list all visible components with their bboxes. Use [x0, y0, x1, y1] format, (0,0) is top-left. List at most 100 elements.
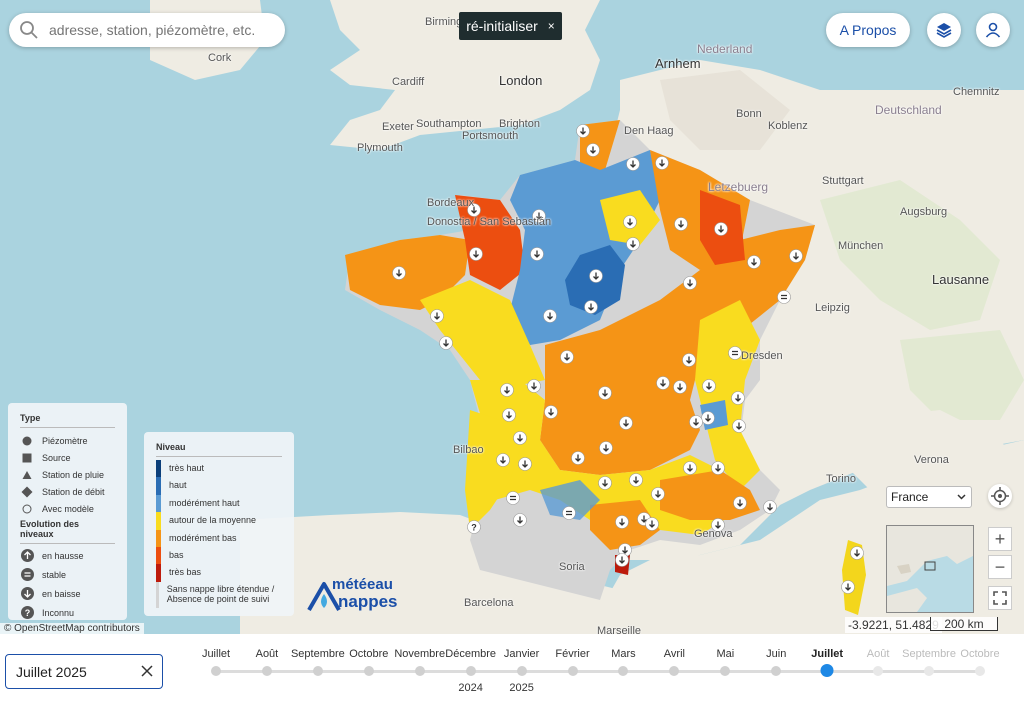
piezometer-marker-arrow-down-icon[interactable] — [629, 473, 643, 487]
piezometer-marker-arrow-down-icon[interactable] — [747, 255, 761, 269]
piezometer-marker-question-icon[interactable]: ? — [467, 520, 481, 534]
timeline-month-label[interactable]: Janvier — [504, 648, 539, 660]
timeline-month-label[interactable]: Octobre — [349, 648, 388, 660]
timeline-month-dot[interactable] — [516, 666, 527, 676]
reset-button[interactable]: ré-initialiser × — [459, 12, 562, 40]
piezometer-marker-arrow-down-icon[interactable] — [496, 453, 510, 467]
piezometer-marker-arrow-down-icon[interactable] — [683, 461, 697, 475]
about-button[interactable]: A Propos — [826, 13, 910, 47]
piezometer-marker-arrow-down-icon[interactable] — [527, 379, 541, 393]
timeline-month-dot[interactable] — [414, 666, 425, 676]
piezometer-marker-arrow-down-icon[interactable] — [651, 487, 665, 501]
piezometer-marker-arrow-down-icon[interactable] — [571, 451, 585, 465]
close-icon[interactable]: × — [548, 19, 555, 33]
timeline-month-dot[interactable] — [924, 666, 935, 676]
overview-minimap[interactable] — [886, 525, 974, 613]
piezometer-marker-arrow-down-icon[interactable] — [513, 513, 527, 527]
piezometer-marker-arrow-down-icon[interactable] — [430, 309, 444, 323]
piezometer-marker-arrow-down-icon[interactable] — [841, 580, 855, 594]
country-select[interactable]: France — [886, 486, 972, 508]
timeline-month-dot[interactable] — [465, 666, 476, 676]
timeline-month-dot[interactable] — [312, 666, 323, 676]
piezometer-marker-equals-icon[interactable] — [562, 506, 576, 520]
piezometer-marker-arrow-down-icon[interactable] — [599, 441, 613, 455]
timeline-month-label[interactable]: Avril — [664, 648, 685, 660]
piezometer-marker-arrow-down-icon[interactable] — [619, 416, 633, 430]
piezometer-marker-arrow-down-icon[interactable] — [714, 222, 728, 236]
piezometer-marker-equals-icon[interactable] — [777, 290, 791, 304]
timeline-month-dot[interactable] — [363, 666, 374, 676]
piezometer-marker-arrow-down-icon[interactable] — [576, 124, 590, 138]
piezometer-marker-arrow-down-icon[interactable] — [731, 391, 745, 405]
piezometer-marker-equals-icon[interactable] — [506, 491, 520, 505]
piezometer-marker-arrow-down-icon[interactable] — [615, 553, 629, 567]
piezometer-marker-arrow-down-icon[interactable] — [589, 269, 603, 283]
piezometer-marker-arrow-down-icon[interactable] — [683, 276, 697, 290]
timeline-month-dot[interactable] — [720, 666, 731, 676]
piezometer-marker-arrow-down-icon[interactable] — [626, 237, 640, 251]
piezometer-marker-arrow-down-icon[interactable] — [711, 461, 725, 475]
timeline-month-dot[interactable] — [618, 666, 629, 676]
piezometer-marker-arrow-down-icon[interactable] — [392, 266, 406, 280]
piezometer-marker-arrow-down-icon[interactable] — [673, 380, 687, 394]
search-input[interactable] — [47, 21, 281, 39]
piezometer-marker-arrow-down-icon[interactable] — [850, 546, 864, 560]
timeline-month-dot[interactable] — [567, 666, 578, 676]
piezometer-marker-arrow-down-icon[interactable] — [544, 405, 558, 419]
timeline-month-label[interactable]: Septembre — [291, 648, 345, 660]
timeline-month-label[interactable]: Mai — [716, 648, 734, 660]
timeline-month-label[interactable]: Juillet — [202, 648, 230, 660]
piezometer-marker-arrow-down-icon[interactable] — [733, 496, 747, 510]
timeline-month-dot[interactable] — [873, 666, 884, 676]
timeline-month-dot[interactable] — [975, 666, 985, 676]
piezometer-marker-arrow-down-icon[interactable] — [626, 157, 640, 171]
timeline-month-label[interactable]: Novembre — [394, 648, 445, 660]
piezometer-marker-arrow-down-icon[interactable] — [615, 515, 629, 529]
piezometer-marker-arrow-down-icon[interactable] — [598, 476, 612, 490]
piezometer-marker-arrow-down-icon[interactable] — [500, 383, 514, 397]
clear-icon[interactable] — [140, 664, 154, 678]
fullscreen-button[interactable] — [988, 586, 1012, 610]
timeline-month-label[interactable]: Juin — [766, 648, 786, 660]
piezometer-marker-arrow-down-icon[interactable] — [584, 300, 598, 314]
piezometer-marker-arrow-down-icon[interactable] — [789, 249, 803, 263]
timeline-month-dot[interactable] — [820, 664, 834, 677]
timeline-month-dot[interactable] — [211, 666, 221, 676]
timeline-month-label[interactable]: Décembre — [445, 648, 496, 660]
piezometer-marker-arrow-down-icon[interactable] — [702, 379, 716, 393]
piezometer-marker-arrow-down-icon[interactable] — [469, 247, 483, 261]
map-copyright[interactable]: © OpenStreetMap contributors — [0, 623, 144, 634]
piezometer-marker-arrow-down-icon[interactable] — [645, 517, 659, 531]
piezometer-marker-arrow-down-icon[interactable] — [763, 500, 777, 514]
piezometer-marker-arrow-down-icon[interactable] — [682, 353, 696, 367]
piezometer-marker-arrow-down-icon[interactable] — [655, 156, 669, 170]
timeline-month-label[interactable]: Juillet — [811, 648, 843, 660]
piezometer-marker-arrow-down-icon[interactable] — [689, 415, 703, 429]
timeline-month-label[interactable]: Août — [256, 648, 279, 660]
piezometer-marker-arrow-down-icon[interactable] — [623, 215, 637, 229]
piezometer-marker-arrow-down-icon[interactable] — [598, 386, 612, 400]
piezometer-marker-arrow-down-icon[interactable] — [530, 247, 544, 261]
timeline-month-label[interactable]: Février — [555, 648, 589, 660]
timeline-month-label[interactable]: Août — [867, 648, 890, 660]
timeline-month-dot[interactable] — [261, 666, 272, 676]
piezometer-marker-arrow-down-icon[interactable] — [732, 419, 746, 433]
zoom-in-button[interactable]: + — [988, 527, 1012, 551]
piezometer-marker-arrow-down-icon[interactable] — [560, 350, 574, 364]
piezometer-marker-equals-icon[interactable] — [728, 346, 742, 360]
piezometer-marker-arrow-down-icon[interactable] — [518, 457, 532, 471]
timeline-month-dot[interactable] — [669, 666, 680, 676]
piezometer-marker-arrow-down-icon[interactable] — [543, 309, 557, 323]
piezometer-marker-arrow-down-icon[interactable] — [674, 217, 688, 231]
piezometer-marker-arrow-down-icon[interactable] — [701, 411, 715, 425]
timeline-month-dot[interactable] — [771, 666, 782, 676]
zoom-out-button[interactable]: − — [988, 555, 1012, 579]
piezometer-marker-arrow-down-icon[interactable] — [656, 376, 670, 390]
piezometer-marker-arrow-down-icon[interactable] — [513, 431, 527, 445]
layers-button[interactable] — [927, 13, 961, 47]
locate-button[interactable] — [988, 484, 1012, 508]
piezometer-marker-arrow-down-icon[interactable] — [586, 143, 600, 157]
date-field[interactable]: Juillet 2025 — [5, 654, 163, 689]
piezometer-marker-arrow-down-icon[interactable] — [502, 408, 516, 422]
timeline-track[interactable] — [216, 670, 984, 673]
